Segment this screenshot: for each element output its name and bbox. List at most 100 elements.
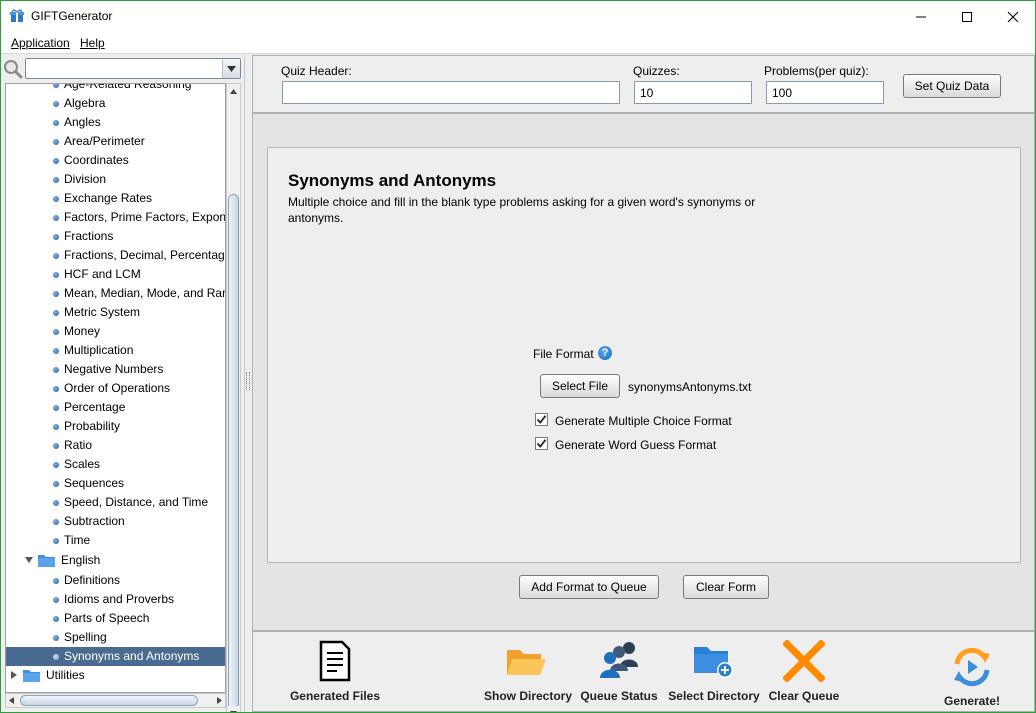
tree-item[interactable]: Parts of Speech xyxy=(6,609,225,628)
gift-icon xyxy=(10,9,24,22)
leaf-bullet-icon xyxy=(53,196,59,202)
tree-item[interactable]: Division xyxy=(6,170,225,189)
menu-help[interactable]: Help xyxy=(80,36,105,50)
show-directory-label: Show Directory xyxy=(483,689,573,703)
tree-item-label: HCF and LCM xyxy=(64,267,141,281)
tree-item-label: Fractions, Decimal, Percentag xyxy=(64,248,225,262)
tree-horizontal-scrollbar[interactable] xyxy=(5,693,226,708)
leaf-bullet-icon xyxy=(53,462,59,468)
tree-item[interactable]: Fractions xyxy=(6,227,225,246)
tree-item[interactable]: Negative Numbers xyxy=(6,360,225,379)
tree-item[interactable]: Multiplication xyxy=(6,341,225,360)
help-icon[interactable]: ? xyxy=(598,346,612,360)
chevron-left-icon[interactable] xyxy=(9,697,14,704)
scroll-thumb[interactable] xyxy=(228,194,239,712)
divider-grip[interactable] xyxy=(246,372,250,390)
tree-item[interactable]: Mean, Median, Mode, and Ran xyxy=(6,284,225,303)
problems-input[interactable]: 100 xyxy=(766,81,884,104)
tree-item[interactable]: Speed, Distance, and Time xyxy=(6,493,225,512)
maximize-icon xyxy=(962,11,972,22)
tree-item[interactable]: HCF and LCM xyxy=(6,265,225,284)
tree-item[interactable]: Coordinates xyxy=(6,151,225,170)
tree-item[interactable]: Fractions, Decimal, Percentag xyxy=(6,246,225,265)
clear-queue-button[interactable]: Clear Queue xyxy=(765,632,843,712)
quizzes-input[interactable]: 10 xyxy=(634,81,752,104)
toolbar: Generated Files Show Directory Queue Sta… xyxy=(252,631,1035,712)
tree-folder-english[interactable]: English xyxy=(6,551,225,570)
quiz-header-input[interactable] xyxy=(282,81,620,104)
tree-vertical-scrollbar[interactable] xyxy=(226,83,241,712)
split-pane-divider[interactable] xyxy=(244,55,252,712)
tree-item[interactable]: Order of Operations xyxy=(6,379,225,398)
leaf-bullet-icon xyxy=(53,101,59,107)
chevron-right-icon xyxy=(11,671,17,679)
generated-files-label: Generated Files xyxy=(289,689,381,703)
dropdown-arrow[interactable] xyxy=(222,59,240,78)
menu-application[interactable]: Application xyxy=(11,36,70,50)
tree-item-label: Age-Related Reasoning xyxy=(64,83,192,91)
tree-item[interactable]: Angles xyxy=(6,113,225,132)
clear-queue-label: Clear Queue xyxy=(768,689,840,703)
tree-item[interactable]: Idioms and Proverbs xyxy=(6,590,225,609)
tree-item[interactable]: Area/Perimeter xyxy=(6,132,225,151)
tree-item[interactable]: Scales xyxy=(6,455,225,474)
select-file-button[interactable]: Select File xyxy=(540,374,620,398)
scroll-up-button[interactable] xyxy=(227,84,240,98)
word-guess-checkbox[interactable] xyxy=(535,437,548,450)
scroll-thumb[interactable] xyxy=(20,695,198,706)
show-directory-button[interactable]: Show Directory xyxy=(481,632,575,712)
tree-item-label: Scales xyxy=(64,457,101,471)
generated-files-button[interactable]: Generated Files xyxy=(283,632,387,712)
tree-item[interactable]: Definitions xyxy=(6,571,225,590)
problems-label: Problems(per quiz): xyxy=(764,64,869,78)
clear-form-button[interactable]: Clear Form xyxy=(683,575,769,599)
tree-item[interactable]: Spelling xyxy=(6,628,225,647)
queue-status-button[interactable]: Queue Status xyxy=(575,632,663,712)
tree-item-label: Parts of Speech xyxy=(64,611,150,625)
search-combobox[interactable] xyxy=(25,58,241,79)
select-directory-button[interactable]: Select Directory xyxy=(663,632,765,712)
tree-item[interactable]: Probability xyxy=(6,417,225,436)
folder-icon xyxy=(38,555,55,567)
tree-item[interactable]: Metric System xyxy=(6,303,225,322)
tree-item-label: Money xyxy=(64,324,101,338)
word-guess-label[interactable]: Generate Word Guess Format xyxy=(555,438,716,452)
tree-item[interactable]: Synonyms and Antonyms xyxy=(6,647,225,666)
folder-add-icon xyxy=(694,647,733,678)
tree-item[interactable]: Factors, Prime Factors, Expon xyxy=(6,208,225,227)
category-tree[interactable]: Age-Related Reasoning Algebra Angles Are… xyxy=(5,83,226,693)
tree-item-label: Fractions xyxy=(64,229,114,243)
tree-item[interactable]: Money xyxy=(6,322,225,341)
tree-item-label: Idioms and Proverbs xyxy=(64,592,175,606)
quiz-header-label: Quiz Header: xyxy=(281,64,352,78)
tree-item[interactable]: Subtraction xyxy=(6,512,225,531)
generate-button[interactable]: Generate! xyxy=(933,632,1011,712)
tree-item[interactable]: Age-Related Reasoning xyxy=(6,83,225,94)
leaf-bullet-icon xyxy=(53,329,59,335)
tree-item-label: Angles xyxy=(64,115,101,129)
tree-item-label: Negative Numbers xyxy=(64,362,164,376)
multiple-choice-checkbox[interactable] xyxy=(535,413,548,426)
leaf-bullet-icon xyxy=(53,654,59,660)
set-quiz-data-button[interactable]: Set Quiz Data xyxy=(903,74,1001,98)
quiz-settings-bar: Quiz Header: Quizzes: 10 Problems(per qu… xyxy=(252,55,1035,113)
tree-folder-utilities[interactable]: Utilities xyxy=(6,666,225,685)
tree-item[interactable]: Time xyxy=(6,531,225,550)
tree-item[interactable]: Algebra xyxy=(6,94,225,113)
window-title: GIFTGenerator xyxy=(31,9,113,23)
scroll-down-button[interactable] xyxy=(227,706,240,712)
tree-item-label: Synonyms and Antonyms xyxy=(64,649,200,663)
tree-item[interactable]: Percentage xyxy=(6,398,225,417)
minimize-button[interactable] xyxy=(898,1,944,32)
tree-item[interactable]: Ratio xyxy=(6,436,225,455)
add-format-to-queue-button[interactable]: Add Format to Queue xyxy=(519,575,659,599)
maximize-button[interactable] xyxy=(944,1,990,32)
tree-item[interactable]: Exchange Rates xyxy=(6,189,225,208)
multiple-choice-label[interactable]: Generate Multiple Choice Format xyxy=(555,414,732,428)
tree-item[interactable]: Sequences xyxy=(6,474,225,493)
main-panel: Quiz Header: Quizzes: 10 Problems(per qu… xyxy=(252,55,1035,712)
tree-item-label: Percentage xyxy=(64,400,126,414)
chevron-right-icon[interactable] xyxy=(217,697,222,704)
close-button[interactable] xyxy=(990,1,1035,32)
selected-file-name: synonymsAntonyms.txt xyxy=(628,380,752,394)
